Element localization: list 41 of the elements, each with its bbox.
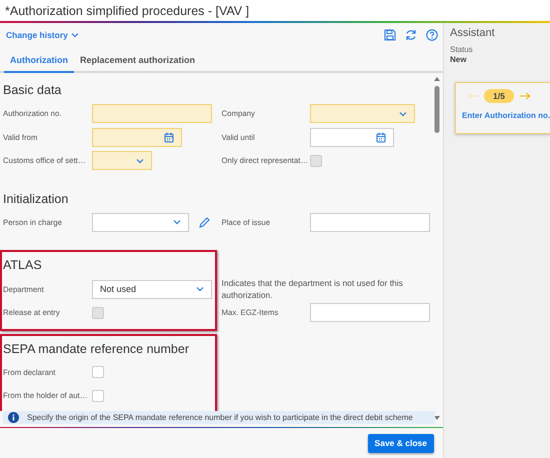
chevron-down-icon bbox=[136, 158, 144, 164]
chevron-down-icon bbox=[173, 219, 181, 226]
info-text: Specify the origin of the SEPA mandate reference number if you wish to participate in the direct debit scheme bbox=[27, 412, 413, 422]
calendar-icon bbox=[164, 132, 174, 143]
input-field[interactable] bbox=[310, 212, 430, 232]
dropdown-field[interactable] bbox=[310, 104, 416, 124]
tab[interactable]: Authorization bbox=[4, 49, 74, 73]
date-field[interactable] bbox=[92, 128, 182, 147]
checkbox[interactable] bbox=[92, 390, 104, 402]
window-title: *Authorization simplified procedures - [VAV ] bbox=[5, 4, 250, 18]
refresh-icon[interactable] bbox=[405, 29, 417, 41]
arrow-right-icon[interactable] bbox=[518, 92, 531, 100]
assistant-hint-link[interactable]: Enter Authorization no. bbox=[462, 111, 550, 120]
save-icon[interactable] bbox=[384, 29, 396, 41]
status-label: Status bbox=[450, 45, 473, 54]
input-field[interactable] bbox=[92, 104, 212, 124]
calendar-icon bbox=[376, 132, 386, 143]
help-icon[interactable] bbox=[426, 29, 438, 41]
chevron-down-icon bbox=[399, 110, 408, 117]
dropdown-field[interactable]: Not used bbox=[92, 280, 212, 298]
date-field[interactable] bbox=[310, 128, 394, 147]
input-field[interactable] bbox=[310, 303, 430, 322]
info-icon bbox=[8, 412, 19, 423]
change-history-link[interactable]: Change history bbox=[6, 30, 79, 40]
section-heading: ATLAS bbox=[3, 257, 43, 274]
note-text: Indicates that the department is not used for this authorization. bbox=[221, 277, 404, 301]
status-value: New bbox=[450, 55, 466, 64]
dropdown-field[interactable] bbox=[92, 151, 152, 170]
section-heading: Basic data bbox=[3, 82, 62, 99]
chevron-down-icon bbox=[70, 32, 79, 38]
chevron-down-icon bbox=[196, 286, 204, 292]
checkbox[interactable] bbox=[92, 366, 104, 378]
section-heading: Initialization bbox=[3, 190, 70, 208]
step-badge: 1/5 bbox=[484, 89, 514, 103]
dropdown-field[interactable] bbox=[92, 212, 189, 232]
pencil-icon[interactable] bbox=[199, 216, 210, 228]
section-heading: SEPA mandate reference number bbox=[3, 340, 190, 358]
save-close-button[interactable]: Save & close bbox=[368, 434, 434, 452]
scrollbar[interactable] bbox=[433, 76, 441, 421]
tab[interactable]: Replacement authorization bbox=[74, 49, 202, 73]
assistant-title: Assistant bbox=[450, 27, 495, 39]
